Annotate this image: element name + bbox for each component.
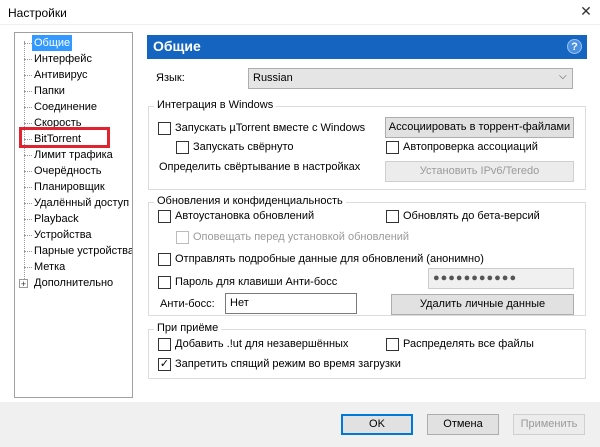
tree-item-traffic-limit[interactable]: Лимит трафика [34, 147, 113, 163]
tree-item-interface[interactable]: Интерфейс [34, 51, 92, 67]
auto-install-label: Автоустановка обновлений [175, 210, 315, 222]
language-label: Язык: [156, 72, 185, 84]
panel-header [147, 35, 587, 59]
tree-item-devices[interactable]: Устройства [34, 227, 92, 243]
associate-button[interactable]: Ассоциировать в торрент-файлами [385, 117, 574, 138]
prevent-sleep-label: Запретить спящий режим во время загрузки [175, 358, 401, 370]
start-minimized-label: Запускать свёрнуто [193, 141, 294, 153]
auto-check-assoc-checkbox[interactable] [386, 141, 399, 154]
windows-integration-title: Интеграция в Windows [154, 99, 277, 111]
settings-tree[interactable]: Общие Интерфейс Антивирус Папки Соединен… [14, 32, 133, 398]
tree-branch [24, 123, 32, 124]
cancel-button[interactable]: Отмена [427, 414, 499, 435]
tree-item-scheduler[interactable]: Планировщик [34, 179, 105, 195]
tree-branch [24, 187, 32, 188]
expand-icon[interactable]: + [19, 279, 28, 289]
tree-connector [24, 41, 26, 285]
beta-updates-checkbox[interactable] [386, 210, 399, 223]
delete-data-button[interactable]: Удалить личные данные [391, 294, 574, 315]
chevron-down-icon: ⌵ [559, 71, 567, 82]
beta-updates-label: Обновлять до бета-версий [403, 210, 540, 222]
panel-title: Общие [153, 38, 201, 54]
help-icon[interactable]: ? [567, 39, 582, 54]
tree-branch [24, 203, 32, 204]
tree-branch [24, 235, 32, 236]
button-bar [0, 402, 600, 447]
tree-item-connection[interactable]: Соединение [34, 99, 97, 115]
append-ut-label: Добавить .!ut для незавершённых [175, 338, 349, 350]
start-with-windows-label: Запускать µTorrent вместе с Windows [175, 122, 366, 134]
updates-title: Обновления и конфиденциальность [154, 195, 346, 207]
tree-item-remote[interactable]: Удалённый доступ [34, 195, 129, 211]
tree-item-advanced[interactable]: Дополнительно [34, 275, 113, 291]
tree-branch [24, 251, 32, 252]
prealloc-label: Распределять все файлы [403, 338, 534, 350]
on-add-title: При приёме [154, 322, 222, 334]
tree-branch [24, 75, 32, 76]
ok-button[interactable]: OK [341, 414, 413, 435]
tree-item-folders[interactable]: Папки [34, 83, 65, 99]
tree-item-general[interactable]: Общие [32, 35, 73, 51]
tree-branch [24, 171, 32, 172]
notify-before-label: Оповещать перед установкой обновлений [193, 231, 410, 243]
auto-check-assoc-label: Автопроверка ассоциаций [403, 141, 538, 153]
prevent-sleep-checkbox[interactable]: ✓ [158, 358, 171, 371]
language-select[interactable] [248, 68, 573, 89]
auto-install-checkbox[interactable] [158, 210, 171, 223]
tree-item-queueing[interactable]: Очерёдность [34, 163, 102, 179]
boss-password-checkbox[interactable] [158, 276, 171, 289]
language-value: Russian [253, 72, 293, 84]
tree-branch [24, 267, 32, 268]
send-data-checkbox[interactable] [158, 253, 171, 266]
tree-branch [24, 107, 32, 108]
ipv6-button[interactable]: Установить IPv6/Teredo [385, 161, 574, 182]
titlebar-divider [0, 24, 600, 25]
tree-item-paired-devices[interactable]: Парные устройства [34, 243, 132, 259]
tree-branch [24, 59, 32, 60]
boss-key-input[interactable]: Нет [225, 293, 357, 314]
notify-before-checkbox[interactable] [176, 231, 189, 244]
tree-item-playback[interactable]: Playback [34, 211, 79, 227]
send-data-label: Отправлять подробные данные для обновлен… [175, 253, 484, 265]
boss-password-label: Пароль для клавиши Анти-босс [175, 276, 338, 288]
prealloc-checkbox[interactable] [386, 338, 399, 351]
append-ut-checkbox[interactable] [158, 338, 171, 351]
start-minimized-checkbox[interactable] [176, 141, 189, 154]
tree-branch [24, 91, 32, 92]
apply-button[interactable]: Применить [513, 414, 585, 435]
tree-item-label[interactable]: Метка [34, 259, 65, 275]
tree-branch [24, 43, 32, 44]
tree-item-antivirus[interactable]: Антивирус [34, 67, 87, 83]
tray-label: Определить свёртывание в настройках [159, 161, 361, 173]
start-with-windows-checkbox[interactable] [158, 122, 171, 135]
on-add-group [148, 329, 586, 379]
boss-password-input[interactable]: ●●●●●●●●●●● [428, 268, 574, 289]
boss-key-label: Анти-босс: [160, 298, 215, 310]
tree-branch [24, 155, 32, 156]
close-icon[interactable]: ✕ [578, 3, 594, 20]
tree-branch [24, 219, 32, 220]
highlight-box [19, 127, 110, 148]
window-title: Настройки [8, 6, 67, 20]
